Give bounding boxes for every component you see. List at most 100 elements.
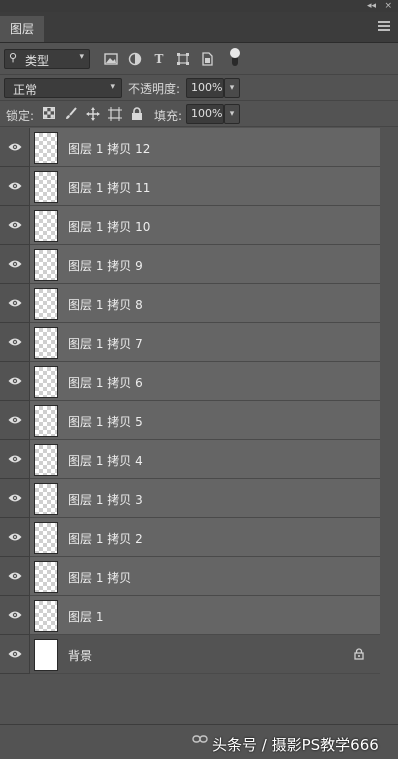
layer-thumbnail[interactable] bbox=[34, 366, 58, 398]
filter-toggle-switch[interactable] bbox=[230, 48, 240, 68]
layer-body[interactable]: 图层 1 拷贝 3 bbox=[30, 479, 380, 518]
visibility-toggle[interactable] bbox=[0, 596, 30, 635]
layer-row[interactable]: 图层 1 拷贝 3 bbox=[0, 479, 380, 518]
visibility-toggle[interactable] bbox=[0, 245, 30, 284]
layer-body[interactable]: 图层 1 拷贝 5 bbox=[30, 401, 380, 440]
eye-icon bbox=[8, 297, 22, 309]
fill-dropdown-button[interactable]: ▾ bbox=[224, 104, 240, 124]
layer-thumbnail[interactable] bbox=[34, 639, 58, 671]
adjustment-layer-filter-icon[interactable] bbox=[128, 52, 142, 66]
layer-thumbnail[interactable] bbox=[34, 483, 58, 515]
close-icon[interactable]: × bbox=[384, 0, 392, 12]
layer-name[interactable]: 图层 1 拷贝 4 bbox=[68, 452, 143, 469]
layer-row[interactable]: 图层 1 拷贝 6 bbox=[0, 362, 380, 401]
layer-body[interactable]: 图层 1 拷贝 4 bbox=[30, 440, 380, 479]
layer-row[interactable]: 图层 1 拷贝 8 bbox=[0, 284, 380, 323]
opacity-input[interactable]: 100% bbox=[186, 78, 224, 98]
layer-row[interactable]: 图层 1 拷贝 9 bbox=[0, 245, 380, 284]
lock-position-move-icon[interactable] bbox=[86, 107, 100, 121]
link-layers-icon[interactable] bbox=[192, 733, 208, 748]
layer-thumbnail[interactable] bbox=[34, 522, 58, 554]
layer-row[interactable]: 图层 1 拷贝 7 bbox=[0, 323, 380, 362]
layer-body[interactable]: 图层 1 拷贝 bbox=[30, 557, 380, 596]
lock-image-pixels-brush-icon[interactable] bbox=[64, 107, 78, 121]
chevron-down-icon: ▾ bbox=[110, 82, 115, 92]
layer-thumbnail[interactable] bbox=[34, 561, 58, 593]
panel-tab-bar: 图层 bbox=[0, 12, 398, 43]
layer-name[interactable]: 图层 1 拷贝 8 bbox=[68, 296, 143, 313]
layer-row[interactable]: 图层 1 拷贝 12 bbox=[0, 128, 380, 167]
layer-body[interactable]: 图层 1 拷贝 11 bbox=[30, 167, 380, 206]
layer-name[interactable]: 图层 1 拷贝 2 bbox=[68, 530, 143, 547]
eye-icon bbox=[8, 648, 22, 660]
layer-body[interactable]: 图层 1 拷贝 2 bbox=[30, 518, 380, 557]
layer-name[interactable]: 图层 1 拷贝 5 bbox=[68, 413, 143, 430]
layer-row[interactable]: 图层 1 拷贝 5 bbox=[0, 401, 380, 440]
watermark-text: 头条号 / 摄影PS教学666 bbox=[212, 736, 379, 754]
layer-name[interactable]: 图层 1 拷贝 11 bbox=[68, 179, 150, 196]
layer-thumbnail[interactable] bbox=[34, 210, 58, 242]
filter-kind-select[interactable]: ⚲ 类型 ▾ bbox=[4, 49, 90, 69]
layer-thumbnail[interactable] bbox=[34, 327, 58, 359]
layer-name[interactable]: 图层 1 拷贝 12 bbox=[68, 140, 150, 157]
layer-thumbnail[interactable] bbox=[34, 288, 58, 320]
visibility-toggle[interactable] bbox=[0, 284, 30, 323]
visibility-toggle[interactable] bbox=[0, 518, 30, 557]
type-layer-filter-icon[interactable]: T bbox=[152, 52, 166, 66]
pixel-layer-filter-icon[interactable] bbox=[104, 52, 118, 66]
layer-row[interactable]: 背景 bbox=[0, 635, 380, 674]
layer-body[interactable]: 图层 1 拷贝 12 bbox=[30, 128, 380, 167]
layer-thumbnail[interactable] bbox=[34, 171, 58, 203]
layer-name[interactable]: 图层 1 拷贝 bbox=[68, 569, 131, 586]
lock-transparent-pixels-icon[interactable] bbox=[42, 107, 56, 121]
layer-body[interactable]: 图层 1 拷贝 6 bbox=[30, 362, 380, 401]
visibility-toggle[interactable] bbox=[0, 362, 30, 401]
layer-name[interactable]: 图层 1 拷贝 10 bbox=[68, 218, 150, 235]
layer-row[interactable]: 图层 1 bbox=[0, 596, 380, 635]
collapse-panels-icon[interactable]: ◂◂ bbox=[367, 0, 376, 12]
layer-thumbnail[interactable] bbox=[34, 600, 58, 632]
layer-body[interactable]: 图层 1 拷贝 9 bbox=[30, 245, 380, 284]
layer-body[interactable]: 图层 1 拷贝 8 bbox=[30, 284, 380, 323]
layer-body[interactable]: 图层 1 拷贝 7 bbox=[30, 323, 380, 362]
visibility-toggle[interactable] bbox=[0, 440, 30, 479]
layer-name[interactable]: 图层 1 拷贝 9 bbox=[68, 257, 143, 274]
layer-thumbnail[interactable] bbox=[34, 132, 58, 164]
visibility-toggle[interactable] bbox=[0, 401, 30, 440]
layer-body[interactable]: 图层 1 bbox=[30, 596, 380, 635]
opacity-dropdown-button[interactable]: ▾ bbox=[224, 78, 240, 98]
layer-body[interactable]: 背景 bbox=[30, 635, 380, 674]
smart-object-filter-icon[interactable] bbox=[200, 52, 214, 66]
visibility-toggle[interactable] bbox=[0, 206, 30, 245]
layer-row[interactable]: 图层 1 拷贝 10 bbox=[0, 206, 380, 245]
layer-name[interactable]: 图层 1 拷贝 3 bbox=[68, 491, 143, 508]
layer-name[interactable]: 图层 1 拷贝 7 bbox=[68, 335, 143, 352]
layer-thumbnail[interactable] bbox=[34, 405, 58, 437]
layer-name[interactable]: 图层 1 拷贝 6 bbox=[68, 374, 143, 391]
blend-mode-value: 正常 bbox=[13, 83, 38, 97]
layer-row[interactable]: 图层 1 拷贝 4 bbox=[0, 440, 380, 479]
blend-mode-select[interactable]: 正常 ▾ bbox=[4, 78, 122, 98]
layer-thumbnail[interactable] bbox=[34, 249, 58, 281]
lock-all-icon[interactable] bbox=[130, 107, 144, 121]
layer-row[interactable]: 图层 1 拷贝 2 bbox=[0, 518, 380, 557]
visibility-toggle[interactable] bbox=[0, 167, 30, 206]
layer-body[interactable]: 图层 1 拷贝 10 bbox=[30, 206, 380, 245]
tab-layers[interactable]: 图层 bbox=[0, 16, 44, 42]
eye-icon bbox=[8, 336, 22, 348]
visibility-toggle[interactable] bbox=[0, 479, 30, 518]
fill-input[interactable]: 100% bbox=[186, 104, 224, 124]
layer-name[interactable]: 图层 1 bbox=[68, 608, 103, 625]
layer-row[interactable]: 图层 1 拷贝 11 bbox=[0, 167, 380, 206]
layer-row[interactable]: 图层 1 拷贝 bbox=[0, 557, 380, 596]
shape-layer-filter-icon[interactable] bbox=[176, 52, 190, 66]
layer-thumbnail[interactable] bbox=[34, 444, 58, 476]
lock-icon[interactable] bbox=[354, 648, 364, 660]
visibility-toggle[interactable] bbox=[0, 557, 30, 596]
visibility-toggle[interactable] bbox=[0, 323, 30, 362]
layer-name[interactable]: 背景 bbox=[68, 647, 92, 664]
visibility-toggle[interactable] bbox=[0, 128, 30, 167]
visibility-toggle[interactable] bbox=[0, 635, 30, 674]
panel-menu-icon[interactable] bbox=[378, 19, 390, 33]
lock-artboard-icon[interactable] bbox=[108, 107, 122, 121]
